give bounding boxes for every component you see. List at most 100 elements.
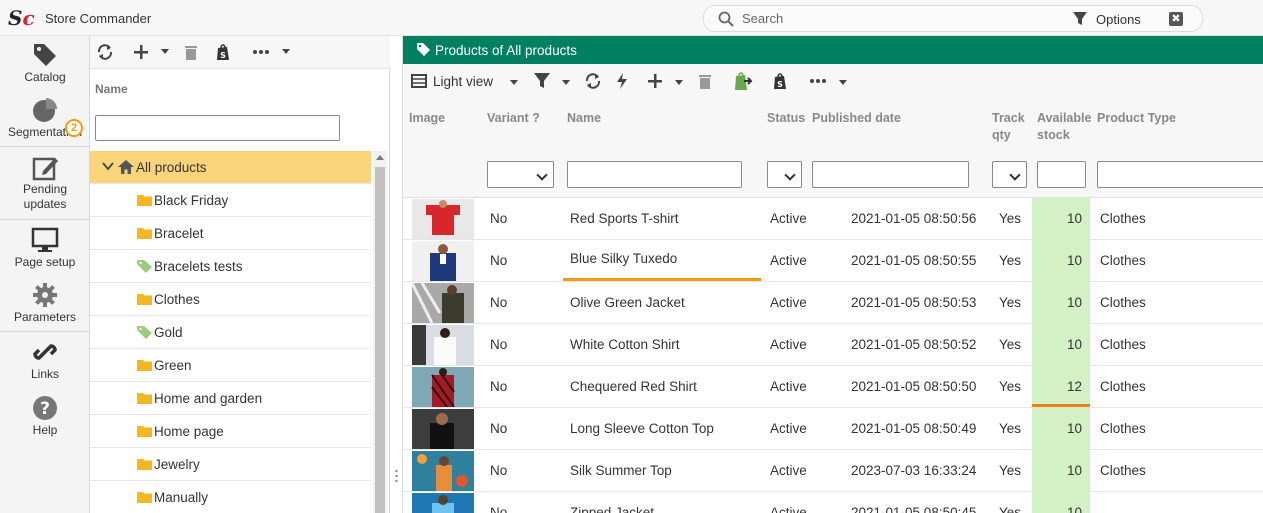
table-row[interactable]: No Long Sleeve Cotton Top Active 2021-01… [403,408,1263,450]
variant-cell[interactable]: No [490,295,507,310]
name-cell[interactable]: Chequered Red Shirt [570,379,697,394]
scroll-up-arrow-icon[interactable] [376,155,384,160]
published-date-cell[interactable]: 2021-01-05 08:50:55 [851,253,976,268]
name-cell[interactable]: Blue Silky Tuxedo [570,251,677,266]
track-qty-filter-select[interactable] [992,161,1027,188]
stock-cell[interactable]: 10 [1032,324,1090,366]
column-header-available-stock[interactable]: Available stock [1037,110,1091,144]
variant-cell[interactable]: No [490,337,507,352]
stock-cell[interactable]: 12 [1032,366,1090,408]
name-cell[interactable]: Zipped Jacket [570,505,654,513]
name-cell[interactable]: White Cotton Shirt [570,337,680,352]
list-view-icon[interactable] [411,73,427,89]
table-row[interactable]: No Blue Silky Tuxedo Active 2021-01-05 0… [403,240,1263,282]
product-type-cell[interactable]: Clothes [1100,421,1146,436]
name-cell[interactable]: Olive Green Jacket [570,295,685,310]
stock-cell[interactable]: 10 [1032,240,1090,282]
panel-splitter[interactable] [390,36,403,513]
status-cell[interactable]: Active [770,463,807,478]
refresh-icon[interactable] [584,72,602,90]
published-date-cell[interactable]: 2021-01-05 08:50:49 [851,421,976,436]
drag-handle-icon[interactable] [395,469,398,483]
published-date-cell[interactable]: 2021-01-05 08:50:56 [851,211,976,226]
track-qty-cell[interactable]: Yes [999,463,1021,478]
table-row[interactable]: No Chequered Red Shirt Active 2021-01-05… [403,366,1263,408]
nav-catalog[interactable]: Catalog [0,41,90,85]
variant-cell[interactable]: No [490,421,507,436]
published-date-filter-input[interactable] [812,161,969,188]
published-date-cell[interactable]: 2023-07-03 16:33:24 [851,463,976,478]
tree-item-jewelry[interactable]: Jewelry [90,448,371,481]
product-type-cell[interactable]: Clothes [1100,379,1146,394]
product-thumbnail[interactable] [412,367,474,407]
status-cell[interactable]: Active [770,421,807,436]
table-row[interactable]: No Silk Summer Top Active 2023-07-03 16:… [403,450,1263,492]
table-row[interactable]: No White Cotton Shirt Active 2021-01-05 … [403,324,1263,366]
product-type-filter-input[interactable] [1097,161,1263,188]
status-cell[interactable]: Active [770,295,807,310]
product-thumbnail[interactable] [412,241,474,281]
status-cell[interactable]: Active [770,211,807,226]
track-qty-cell[interactable]: Yes [999,505,1021,513]
tree-item-gold[interactable]: Gold [90,316,371,349]
chevron-down-icon[interactable] [282,49,290,54]
status-cell[interactable]: Active [770,505,807,513]
track-qty-cell[interactable]: Yes [999,295,1021,310]
tree-item-bracelets-tests[interactable]: Bracelets tests [90,250,371,283]
shopify-icon[interactable]: S [214,43,232,61]
variant-cell[interactable]: No [490,379,507,394]
product-type-cell[interactable]: Clothes [1100,295,1146,310]
product-thumbnail[interactable] [412,199,474,239]
column-header-name[interactable]: Name [567,110,601,127]
product-thumbnail[interactable] [412,409,474,449]
status-filter-select[interactable] [767,161,802,188]
product-thumbnail[interactable] [412,451,474,491]
tree-item-all-products[interactable]: All products [90,151,371,184]
chevron-down-icon[interactable] [102,162,114,171]
stock-cell[interactable]: 10 [1032,450,1090,492]
status-cell[interactable]: Active [770,253,807,268]
filter-icon[interactable] [533,72,551,90]
nav-pending-updates[interactable]: Pending updates [0,154,90,212]
product-thumbnail[interactable] [412,493,474,513]
stock-cell[interactable]: 10 [1032,198,1090,240]
variant-cell[interactable]: No [490,253,507,268]
category-filter-input[interactable] [95,115,340,141]
category-scrollbar[interactable] [373,151,387,513]
chevron-down-icon[interactable] [562,80,570,85]
more-icon[interactable] [252,43,270,61]
chevron-down-icon[interactable] [839,80,847,85]
stock-cell[interactable]: 10 [1032,492,1090,513]
column-header-variant[interactable]: Variant ? [487,110,540,127]
column-header-status[interactable]: Status [767,110,805,127]
app-logo[interactable]: Sc [8,6,38,30]
stock-filter-input[interactable] [1037,161,1086,188]
refresh-icon[interactable] [96,43,114,61]
table-row[interactable]: No Olive Green Jacket Active 2021-01-05 … [403,282,1263,324]
variant-cell[interactable]: No [490,211,507,226]
track-qty-cell[interactable]: Yes [999,211,1021,226]
nav-page-setup[interactable]: Page setup [0,226,90,270]
stock-cell[interactable]: 10 [1032,282,1090,324]
close-icon[interactable]: ✖ [1169,12,1183,26]
product-thumbnail[interactable] [412,325,474,365]
variant-cell[interactable]: No [490,505,507,513]
track-qty-cell[interactable]: Yes [999,421,1021,436]
tree-item-manually[interactable]: Manually [90,481,371,513]
view-selector[interactable]: Light view [433,74,493,89]
column-header-track-qty[interactable]: Track qty [992,110,1025,144]
name-cell[interactable]: Silk Summer Top [570,463,672,478]
lightning-icon[interactable] [613,72,631,90]
trash-icon[interactable] [696,72,714,90]
variant-filter-select[interactable] [487,161,554,188]
tree-item-bracelet[interactable]: Bracelet [90,217,371,250]
options-button[interactable]: Options [1096,12,1141,27]
table-row[interactable]: No Red Sports T-shirt Active 2021-01-05 … [403,198,1263,240]
chevron-down-icon[interactable] [161,49,169,54]
name-cell[interactable]: Long Sleeve Cotton Top [570,421,714,436]
variant-cell[interactable]: No [490,463,507,478]
published-date-cell[interactable]: 2021-01-05 08:50:45 [851,505,976,513]
add-icon[interactable] [646,72,664,90]
more-icon[interactable] [809,72,827,90]
published-date-cell[interactable]: 2021-01-05 08:50:50 [851,379,976,394]
